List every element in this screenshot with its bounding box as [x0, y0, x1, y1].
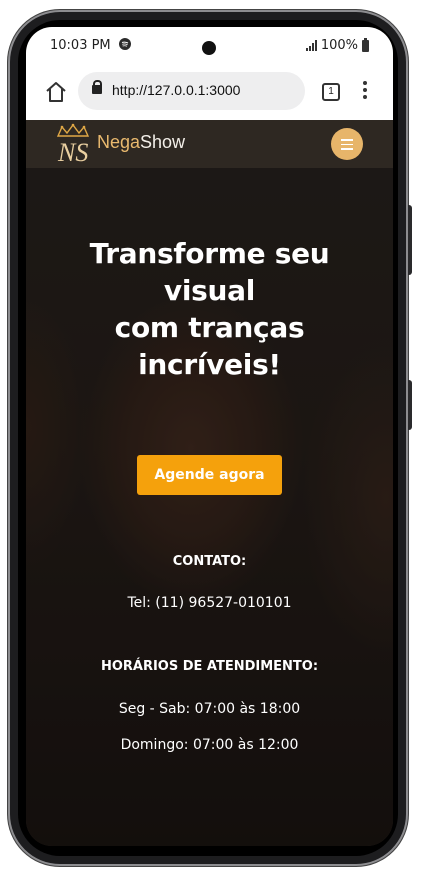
hours-sunday: Domingo: 07:00 às 12:00: [120, 737, 299, 753]
hero-section: Transforme seu visual com tranças incrív…: [26, 168, 393, 846]
hours-weekdays: Seg - Sab: 07:00 às 18:00: [118, 701, 301, 717]
lock-icon: [92, 80, 102, 94]
hours-heading: HORÁRIOS DE ATENDIMENTO:: [100, 659, 319, 674]
browser-toolbar: http://127.0.0.1:3000 1: [26, 65, 393, 120]
status-icons: 100%: [305, 37, 369, 53]
signal-icon: [305, 40, 317, 51]
status-time: 10:03 PM: [50, 38, 131, 53]
headline-line: visual: [163, 274, 256, 307]
hero-headline: Transforme seu visual com tranças incrív…: [66, 235, 353, 383]
site-navbar: NS NegaShow: [26, 120, 393, 168]
power-button: [408, 205, 412, 275]
url-text: http://127.0.0.1:3000: [112, 82, 241, 98]
front-camera: [202, 41, 216, 55]
brand-name-part1: Nega: [97, 132, 141, 152]
menu-button[interactable]: [331, 128, 363, 160]
tabs-icon[interactable]: 1: [322, 83, 340, 101]
more-icon[interactable]: [362, 81, 368, 103]
status-time-text: 10:03 PM: [50, 38, 111, 53]
book-now-button[interactable]: Agende agora: [137, 455, 282, 495]
spotify-icon: [118, 38, 131, 50]
logo-initials: NS: [57, 138, 88, 165]
tab-count: 1: [328, 86, 334, 97]
contact-phone[interactable]: Tel: (11) 96527-010101: [26, 595, 393, 611]
headline-line: com tranças: [114, 311, 305, 344]
headline-line: incríveis!: [138, 348, 281, 381]
headline-line: Transforme seu: [89, 237, 330, 270]
home-icon[interactable]: [44, 81, 68, 103]
crown-icon: NS: [56, 123, 90, 167]
battery-percent: 100%: [320, 38, 358, 53]
contact-heading: CONTATO:: [172, 554, 247, 569]
brand-name[interactable]: NegaShow: [97, 132, 185, 153]
volume-button: [408, 380, 412, 430]
brand-name-part2: Show: [140, 132, 186, 152]
status-bar: 10:03 PM 100%: [26, 27, 393, 65]
address-bar[interactable]: http://127.0.0.1:3000: [78, 72, 305, 110]
phone-screen: 10:03 PM 100% http://127.0.0.1:3000 1 NS…: [26, 27, 393, 846]
brand-logo[interactable]: NS: [52, 123, 94, 167]
battery-icon: [362, 37, 369, 52]
